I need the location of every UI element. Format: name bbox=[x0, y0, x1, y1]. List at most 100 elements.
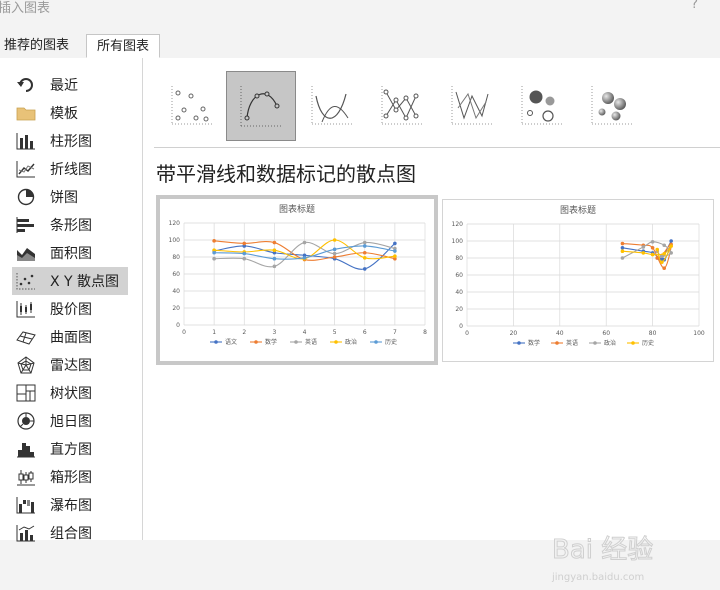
chart-preview-1[interactable]: 图表标题 0 20 40 60 80 100 120 0 1 2 3 4 5 6 7 8 语文 数学 英语 政治 历史 bbox=[156, 195, 438, 365]
sidebar-item-box-whisker[interactable]: 箱形图 bbox=[12, 463, 128, 491]
watermark-url: jingyan.baidu.com bbox=[551, 572, 644, 583]
sidebar-item-label: 最近 bbox=[50, 78, 78, 94]
surface-chart-icon bbox=[16, 331, 36, 345]
subtype-scatter-straight-lines[interactable] bbox=[438, 72, 504, 138]
sidebar-item-label: 瀑布图 bbox=[50, 498, 92, 514]
data-point bbox=[620, 256, 625, 260]
sidebar-item-stock[interactable]: 股价图 bbox=[12, 295, 128, 323]
sidebar-item-waterfall[interactable]: 瀑布图 bbox=[12, 491, 128, 519]
y-tick-label: 80 bbox=[172, 254, 180, 261]
y-tick-label: 120 bbox=[169, 220, 181, 227]
tab-recommended-charts[interactable]: 推荐的图表 bbox=[0, 34, 84, 58]
sidebar-item-sunburst[interactable]: 旭日图 bbox=[12, 407, 128, 435]
sidebar-item-label: 面积图 bbox=[50, 246, 92, 262]
data-point bbox=[302, 240, 307, 245]
radar-chart-icon bbox=[17, 356, 35, 374]
sidebar-item-surface[interactable]: 曲面图 bbox=[12, 323, 128, 351]
y-tick-label: 40 bbox=[172, 288, 180, 295]
sidebar-item-label: 树状图 bbox=[50, 386, 92, 402]
x-tick-label: 8 bbox=[423, 329, 427, 336]
folder-icon bbox=[16, 107, 36, 121]
scatter-straight-markers-icon bbox=[381, 86, 422, 125]
scatter-chart-preview-2: 图表标题 0 20 40 60 80 100 120 0 20 40 60 80 100 数学 英语 政治 历史 bbox=[452, 204, 705, 347]
sidebar-item-radar[interactable]: 雷达图 bbox=[12, 351, 128, 379]
legend-label: 语文 bbox=[225, 338, 237, 346]
sidebar-item-templates[interactable]: 模板 bbox=[12, 99, 128, 127]
data-point bbox=[332, 255, 337, 259]
legend-label: 英语 bbox=[305, 338, 317, 346]
data-point bbox=[620, 246, 625, 250]
y-tick-label: 100 bbox=[452, 238, 464, 245]
box-whisker-chart-icon bbox=[17, 470, 35, 486]
data-point bbox=[272, 248, 277, 252]
data-point bbox=[662, 266, 666, 270]
chart-preview-2[interactable]: 图表标题 0 20 40 60 80 100 120 0 20 40 60 80 100 数学 英语 政治 历史 bbox=[442, 199, 714, 362]
tab-all-charts[interactable]: 所有图表 bbox=[86, 34, 160, 58]
y-tick-label: 20 bbox=[455, 306, 463, 313]
legend-label: 政治 bbox=[345, 338, 357, 346]
subtype-scatter-smooth-lines[interactable] bbox=[298, 72, 364, 138]
sidebar-item-label: 模板 bbox=[50, 106, 78, 122]
subtype-bubble-3d[interactable] bbox=[578, 72, 644, 138]
sidebar-item-xy-scatter[interactable]: X Y 散点图 bbox=[12, 267, 128, 295]
sidebar-item-label: 直方图 bbox=[50, 442, 92, 458]
subtype-scatter-only[interactable] bbox=[158, 72, 224, 138]
legend-label: 政治 bbox=[604, 339, 616, 347]
y-tick-label: 100 bbox=[169, 237, 181, 244]
bubble-icon bbox=[521, 86, 562, 125]
undo-arrow-icon bbox=[17, 78, 33, 92]
data-point bbox=[362, 267, 367, 271]
legend-label: 英语 bbox=[566, 339, 578, 347]
subtype-bubble[interactable] bbox=[508, 72, 574, 138]
subtype-scatter-smooth-markers[interactable] bbox=[226, 71, 296, 141]
sidebar-item-column[interactable]: 柱形图 bbox=[12, 127, 128, 155]
sidebar-item-combo[interactable]: 组合图 bbox=[12, 519, 128, 547]
scatter-chart-icon bbox=[16, 273, 35, 290]
scatter-smooth-markers-icon bbox=[240, 86, 283, 127]
sidebar-item-histogram[interactable]: 直方图 bbox=[12, 435, 128, 463]
sidebar-item-area[interactable]: 面积图 bbox=[12, 239, 128, 267]
sidebar-item-line[interactable]: 折线图 bbox=[12, 155, 128, 183]
sidebar-item-treemap[interactable]: 树状图 bbox=[12, 379, 128, 407]
x-tick-label: 1 bbox=[212, 329, 216, 336]
data-point bbox=[650, 246, 655, 250]
sidebar-item-pie[interactable]: 饼图 bbox=[12, 183, 128, 211]
sidebar-item-label: 曲面图 bbox=[50, 330, 92, 346]
data-point bbox=[242, 251, 247, 256]
chart-category-list: 最近 模板 柱形图 折线图 饼图 条形图 面积图 X Y 散点图 股价图 曲面图… bbox=[0, 58, 143, 542]
data-point bbox=[393, 249, 397, 253]
sidebar-item-label: 组合图 bbox=[50, 526, 92, 542]
sidebar-item-label: X Y 散点图 bbox=[50, 274, 120, 290]
data-point bbox=[272, 256, 277, 261]
area-chart-icon bbox=[17, 248, 35, 261]
legend-swatch-marker bbox=[555, 341, 559, 345]
data-point bbox=[362, 244, 367, 248]
treemap-chart-icon bbox=[16, 384, 36, 402]
tab-strip: 推荐的图表 所有图表 bbox=[0, 30, 720, 59]
data-point bbox=[393, 254, 397, 258]
legend-label: 数学 bbox=[528, 339, 540, 347]
dialog-titlebar: 插入图表 ? bbox=[0, 0, 720, 30]
scatter-straight-lines-icon bbox=[451, 86, 492, 125]
legend-swatch-marker bbox=[374, 340, 378, 344]
chart-subtype-title: 带平滑线和数据标记的散点图 bbox=[156, 162, 416, 186]
data-point bbox=[302, 256, 307, 260]
subtype-scatter-straight-markers[interactable] bbox=[368, 72, 434, 138]
data-point bbox=[620, 241, 625, 246]
data-point bbox=[242, 256, 247, 261]
y-tick-label: 60 bbox=[455, 272, 463, 279]
legend-swatch-marker bbox=[214, 340, 218, 344]
x-tick-label: 6 bbox=[363, 329, 367, 336]
data-point bbox=[641, 251, 646, 255]
sidebar-item-recent[interactable]: 最近 bbox=[12, 71, 128, 99]
combo-chart-icon bbox=[16, 525, 35, 542]
data-point bbox=[212, 256, 216, 261]
x-tick-label: 5 bbox=[333, 329, 337, 336]
data-point bbox=[332, 247, 337, 252]
legend-swatch-marker bbox=[593, 341, 597, 345]
legend-label: 历史 bbox=[385, 338, 397, 346]
help-icon[interactable]: ? bbox=[691, 0, 698, 12]
column-chart-icon bbox=[16, 133, 35, 150]
sidebar-item-label: 柱形图 bbox=[50, 134, 92, 150]
sidebar-item-bar[interactable]: 条形图 bbox=[12, 211, 128, 239]
